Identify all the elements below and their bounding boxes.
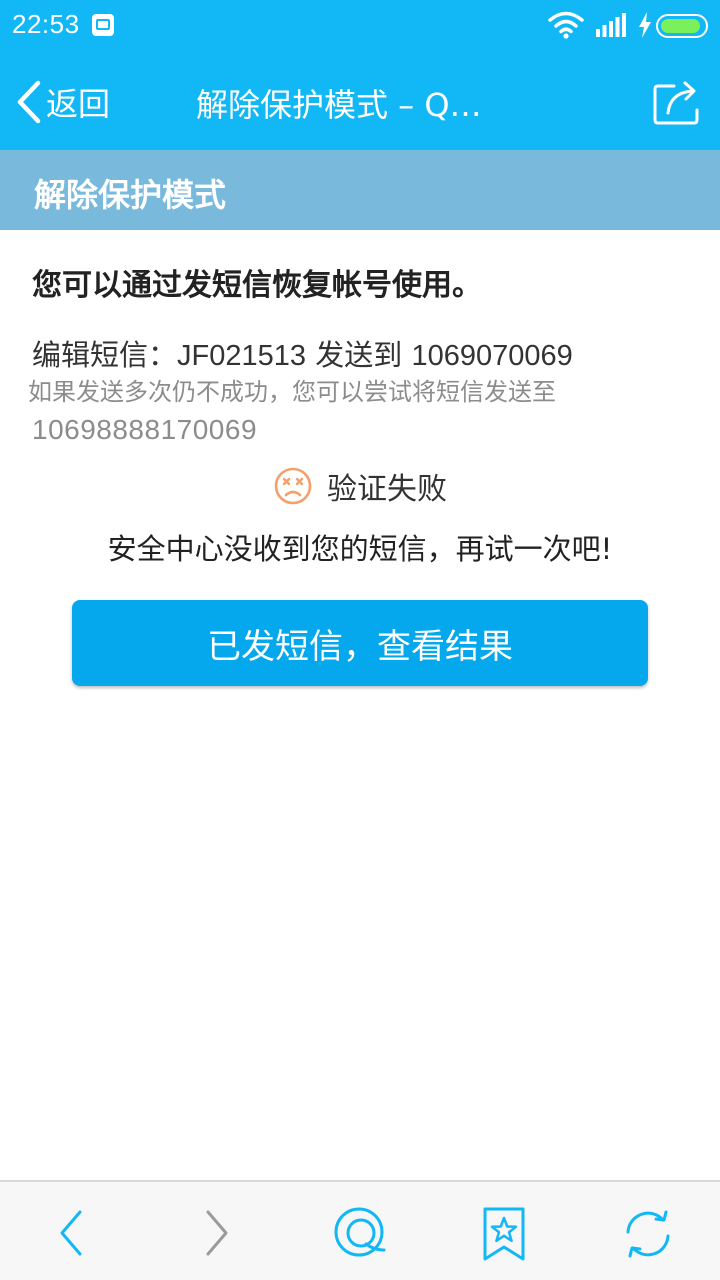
qq-bubble-icon — [334, 1207, 386, 1257]
forward-arrow-icon — [206, 1210, 228, 1256]
fallback-hint: 如果发送多次仍不成功，您可以尝试将短信发送至 — [28, 378, 556, 406]
bookmark-star-icon — [483, 1207, 525, 1261]
share-icon — [653, 81, 699, 125]
verify-status-label: 验证失败 — [327, 472, 447, 507]
back-label: 返回 — [46, 85, 111, 123]
bookmark-button[interactable] — [476, 1206, 532, 1262]
share-button[interactable] — [652, 80, 704, 126]
sms-send-to: 发送到 — [306, 338, 412, 372]
bottom-toolbar — [0, 1180, 720, 1280]
sms-number: 1069070069 — [411, 340, 573, 372]
sms-code: JF021513 — [177, 340, 307, 372]
title-bar: 返回 解除保护模式 – Q… — [0, 52, 720, 150]
status-bar: 22:53 — [0, 0, 720, 52]
notification-app-icon — [92, 14, 114, 36]
section-title: 解除保护模式 — [34, 176, 227, 214]
back-arrow-icon — [60, 1210, 82, 1256]
qq-share-button[interactable] — [332, 1206, 388, 1262]
refresh-button[interactable] — [620, 1206, 676, 1262]
main-content: 您可以通过发短信恢复帐号使用。 编辑短信：JF021513 发送到 106907… — [0, 230, 720, 1180]
browser-back-button[interactable] — [44, 1206, 100, 1262]
cell-signal-icon — [596, 13, 626, 37]
sms-prefix: 编辑短信： — [32, 338, 178, 372]
back-button[interactable]: 返回 — [14, 76, 110, 128]
verify-message: 安全中心没收到您的短信，再试一次吧! — [107, 532, 613, 566]
browser-forward-button[interactable] — [188, 1206, 244, 1262]
section-header: 解除保护模式 — [0, 150, 720, 230]
check-result-button[interactable]: 已发短信，查看结果 — [72, 600, 648, 686]
battery-icon — [656, 14, 708, 38]
sms-instruction: 编辑短信：JF021513 发送到 1069070069 — [32, 332, 573, 374]
fallback-number: 10698888170069 — [32, 414, 258, 445]
verify-status: 验证失败 — [0, 464, 720, 508]
instruction-text: 您可以通过发短信恢复帐号使用。 — [32, 268, 482, 303]
battery-level-fill — [661, 19, 700, 33]
status-time: 22:53 — [12, 9, 80, 39]
sad-face-icon — [274, 467, 312, 505]
charging-bolt-icon — [639, 12, 651, 38]
wifi-icon — [548, 11, 584, 39]
page-title: 解除保护模式 – Q… — [196, 86, 482, 124]
refresh-icon — [626, 1210, 670, 1258]
chevron-left-icon — [17, 80, 41, 124]
